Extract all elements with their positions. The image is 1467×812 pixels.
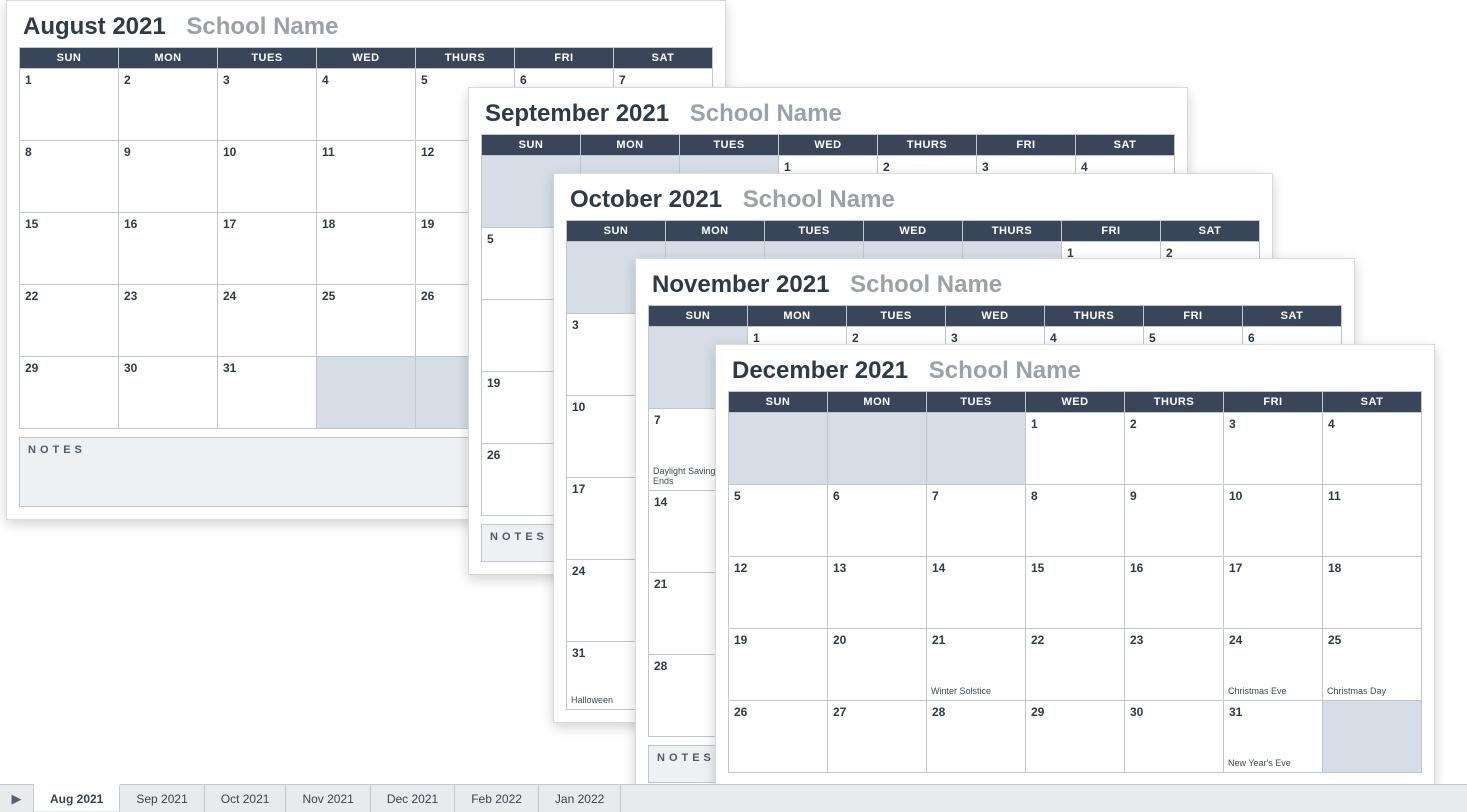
month-label: November 2021 — [652, 271, 829, 298]
school-name: School Name — [929, 357, 1081, 384]
calendar-page-dec: December 2021 School Name SUNMONTUESWEDT… — [715, 344, 1435, 786]
calendar-grid: SUNMONTUESWEDTHURSFRISAT 1 2 3 4 5 6 7 8… — [728, 391, 1422, 773]
page-title: November 2021 School Name — [652, 271, 1342, 299]
month-label: October 2021 — [570, 186, 722, 213]
event-label: New Year's Eve — [1228, 759, 1318, 769]
page-title: August 2021 School Name — [23, 13, 713, 41]
school-name: School Name — [690, 100, 842, 127]
event-label: Winter Solstice — [931, 687, 1021, 697]
sheet-tab[interactable]: Dec 2021 — [371, 785, 455, 812]
sheet-tabbar: ▶ Aug 2021 Sep 2021 Oct 2021 Nov 2021 De… — [0, 784, 1467, 812]
sheet-tab[interactable]: Oct 2021 — [205, 785, 287, 812]
page-title: September 2021 School Name — [485, 100, 1175, 128]
month-label: August 2021 — [23, 13, 166, 40]
tab-nav-button[interactable]: ▶ — [0, 785, 34, 812]
sheet-tab[interactable]: Jan 2022 — [539, 785, 621, 812]
event-label: Christmas Eve — [1228, 687, 1318, 697]
month-label: September 2021 — [485, 100, 669, 127]
school-name: School Name — [186, 13, 338, 40]
sheet-tab[interactable]: Nov 2021 — [286, 785, 370, 812]
event-label: Christmas Day — [1327, 687, 1417, 697]
month-label: December 2021 — [732, 357, 908, 384]
day-header-row: SUNMONTUESWEDTHURSFRISAT — [20, 48, 713, 69]
sheet-tab[interactable]: Feb 2022 — [455, 785, 539, 812]
page-title: October 2021 School Name — [570, 186, 1260, 214]
school-name: School Name — [743, 186, 895, 213]
sheet-tab[interactable]: Sep 2021 — [120, 785, 204, 812]
page-title: December 2021 School Name — [732, 357, 1422, 385]
sheet-tab[interactable]: Aug 2021 — [34, 784, 120, 811]
school-name: School Name — [850, 271, 1002, 298]
